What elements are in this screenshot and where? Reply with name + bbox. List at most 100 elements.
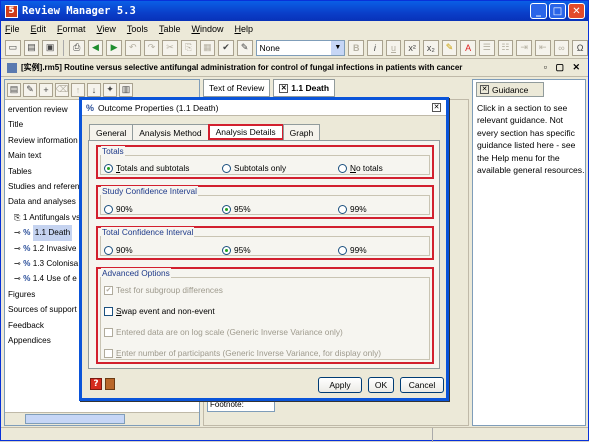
- radio-no-totals[interactable]: No totals: [338, 163, 383, 173]
- apply-button[interactable]: Apply: [318, 377, 362, 393]
- thesaurus-icon[interactable]: ✎: [236, 39, 253, 56]
- radio-total-ci-95[interactable]: 95%: [222, 245, 251, 255]
- radio-study-ci-95[interactable]: 95%: [222, 204, 251, 214]
- option-label: Totals and subtotals: [116, 163, 190, 173]
- outline-move-up-icon[interactable]: ↑: [71, 82, 85, 97]
- dialog-close-icon[interactable]: ✕: [432, 103, 441, 112]
- checkbox-indicator: [104, 327, 113, 337]
- subscript-button[interactable]: x₂: [423, 39, 439, 56]
- outline-horizontal-scrollbar[interactable]: [5, 412, 199, 425]
- expand-icon: ⊸: [14, 259, 24, 269]
- menu-file[interactable]: File: [5, 24, 20, 34]
- open-icon[interactable]: ▤: [23, 39, 40, 56]
- forward-icon[interactable]: ▶: [106, 39, 122, 56]
- tree-item-label: 1.4 Use of e: [32, 274, 77, 284]
- folder-icon: ⎘: [14, 212, 23, 222]
- outdent-icon[interactable]: ⇤: [534, 39, 551, 56]
- option-label: 99%: [350, 204, 367, 214]
- checkbox-swap-event[interactable]: Swap event and non-event: [104, 306, 215, 316]
- minimize-button[interactable]: _: [530, 3, 547, 19]
- analysis-details-panel: Totals Totals and subtotals Subtotals on…: [88, 140, 440, 369]
- superscript-button[interactable]: x²: [404, 39, 420, 56]
- back-icon[interactable]: ◀: [87, 39, 104, 56]
- radio-indicator: [338, 204, 347, 214]
- tree-item-label: 1.2 Invasive: [32, 243, 77, 253]
- outline-properties-icon[interactable]: ✎: [23, 82, 37, 97]
- window-title: Review Manager 5.3: [22, 5, 136, 17]
- outline-note-icon[interactable]: ▥: [119, 82, 133, 97]
- cancel-button[interactable]: Cancel: [400, 377, 444, 393]
- outline-open-icon[interactable]: ▤: [7, 82, 21, 97]
- text-color-icon[interactable]: A: [460, 39, 476, 56]
- menu-tools[interactable]: Tools: [127, 24, 148, 34]
- numbered-list-icon[interactable]: ☷: [497, 39, 514, 56]
- menu-view[interactable]: View: [97, 24, 116, 34]
- option-label: 95%: [234, 204, 251, 214]
- new-icon[interactable]: ▭: [5, 39, 21, 56]
- save-icon[interactable]: ▣: [42, 39, 58, 56]
- option-label: 95%: [234, 245, 251, 255]
- close-tab-icon[interactable]: ✕: [279, 83, 289, 93]
- italic-button[interactable]: i: [367, 39, 383, 56]
- menu-window[interactable]: Window: [191, 24, 223, 34]
- omega-icon[interactable]: Ω: [572, 39, 588, 56]
- help-icon[interactable]: ?: [90, 378, 102, 390]
- study-ci-group: Study Confidence Interval 90% 95% 99%: [96, 185, 434, 219]
- total-ci-legend: Total Confidence Interval: [101, 227, 195, 237]
- tab-analysis-details[interactable]: Analysis Details: [207, 124, 284, 140]
- radio-study-ci-90[interactable]: 90%: [104, 204, 133, 214]
- checkbox-enter-participants[interactable]: Enter number of participants (Generic In…: [104, 348, 381, 358]
- dialog-title-bar[interactable]: % Outcome Properties (1.1 Death) ✕: [82, 100, 446, 116]
- menu-bar: File Edit Format View Tools Table Window…: [1, 21, 588, 37]
- tab-analysis-method[interactable]: Analysis Method: [132, 124, 209, 140]
- tab-text-of-review[interactable]: Text of Review: [203, 79, 271, 97]
- book-icon[interactable]: [105, 378, 115, 390]
- redo-icon[interactable]: ↷: [143, 39, 160, 56]
- radio-study-ci-99[interactable]: 99%: [338, 204, 367, 214]
- tab-death[interactable]: ✕ 1.1 Death: [273, 79, 336, 97]
- tab-general[interactable]: General: [89, 124, 134, 140]
- paste-icon[interactable]: ▦: [199, 39, 216, 56]
- radio-indicator: [104, 204, 113, 214]
- ok-button[interactable]: OK: [368, 377, 394, 393]
- outline-wizard-icon[interactable]: ✦: [103, 82, 117, 97]
- menu-table[interactable]: Table: [159, 24, 181, 34]
- undo-icon[interactable]: ↶: [124, 39, 141, 56]
- bold-button[interactable]: B: [348, 39, 365, 56]
- checkbox-indicator: [104, 306, 113, 316]
- checkbox-log-scale[interactable]: Entered data are on log scale (Generic I…: [104, 327, 343, 337]
- radio-total-ci-90[interactable]: 90%: [104, 245, 133, 255]
- tab-graph[interactable]: Graph: [282, 124, 321, 140]
- copy-icon[interactable]: ⎘: [180, 39, 197, 56]
- scrollbar-thumb[interactable]: [25, 414, 125, 424]
- print-icon[interactable]: ⎙: [68, 39, 85, 56]
- radio-totals-and-subtotals[interactable]: Totals and subtotals: [104, 163, 189, 173]
- close-guidance-icon[interactable]: ✕: [480, 85, 489, 94]
- style-select[interactable]: None ▼: [255, 39, 346, 56]
- menu-format[interactable]: Format: [57, 24, 86, 34]
- maximize-button[interactable]: □: [549, 3, 566, 19]
- option-label: 99%: [350, 245, 367, 255]
- bullet-list-icon[interactable]: ☰: [478, 39, 495, 56]
- radio-subtotals-only[interactable]: Subtotals only: [222, 163, 286, 173]
- link-icon[interactable]: ∞: [553, 39, 570, 56]
- underline-button[interactable]: u: [385, 39, 402, 56]
- outline-move-down-icon[interactable]: ↓: [87, 82, 101, 97]
- spellcheck-icon[interactable]: ✔: [218, 39, 234, 56]
- outcome-icon: %: [23, 274, 33, 284]
- outline-rename-icon[interactable]: ⌫: [55, 82, 69, 97]
- checkbox-test-subgroup[interactable]: ✔ Test for subgroup differences: [104, 285, 223, 295]
- close-button[interactable]: ✕: [568, 3, 585, 19]
- outline-add-icon[interactable]: +: [39, 82, 53, 97]
- app-window: 5 Review Manager 5.3 _ □ ✕ File Edit For…: [0, 0, 589, 442]
- tab-guidance[interactable]: ✕ Guidance: [476, 82, 544, 97]
- cut-icon[interactable]: ✂: [162, 39, 178, 56]
- highlight-icon[interactable]: ✎: [441, 39, 458, 56]
- advanced-options-group: Advanced Options ✔ Test for subgroup diff…: [96, 267, 434, 364]
- title-bar[interactable]: 5 Review Manager 5.3 _ □ ✕: [1, 1, 588, 21]
- radio-total-ci-99[interactable]: 99%: [338, 245, 367, 255]
- document-window-controls[interactable]: ▫ ▢ ✕: [544, 62, 583, 73]
- indent-icon[interactable]: ⇥: [516, 39, 532, 56]
- menu-help[interactable]: Help: [234, 24, 253, 34]
- menu-edit[interactable]: Edit: [31, 24, 47, 34]
